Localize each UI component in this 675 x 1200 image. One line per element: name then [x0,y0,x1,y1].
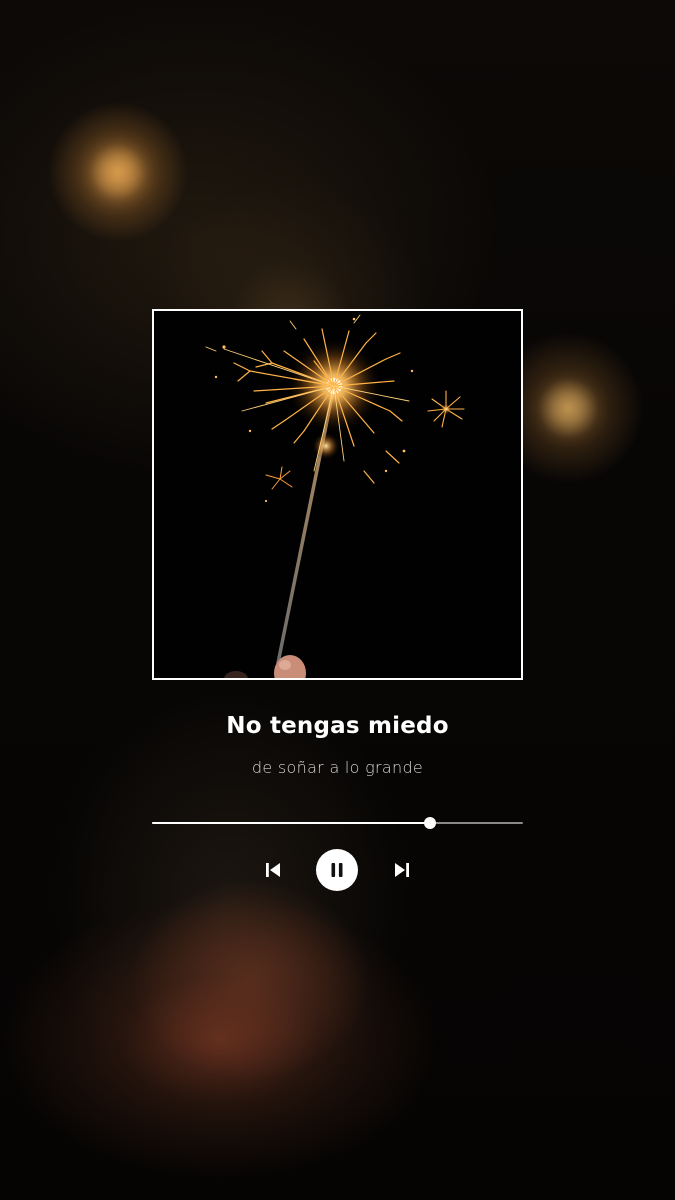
pause-icon [331,863,343,877]
bokeh-light [548,388,590,430]
skip-previous-icon [266,863,280,877]
bokeh-light [95,150,141,196]
progress-knob[interactable] [424,817,437,829]
skip-next-icon [395,863,409,877]
progress-bar[interactable] [152,815,523,831]
album-cover [152,309,523,680]
previous-button[interactable] [251,848,295,892]
next-button[interactable] [380,848,424,892]
pause-button[interactable] [316,849,358,891]
track-title: No tengas miedo [226,713,449,739]
playback-controls [0,848,675,892]
track-subtitle: de soñar a lo grande [251,758,424,777]
sparkler-image [154,311,521,678]
progress-fill [152,822,431,824]
